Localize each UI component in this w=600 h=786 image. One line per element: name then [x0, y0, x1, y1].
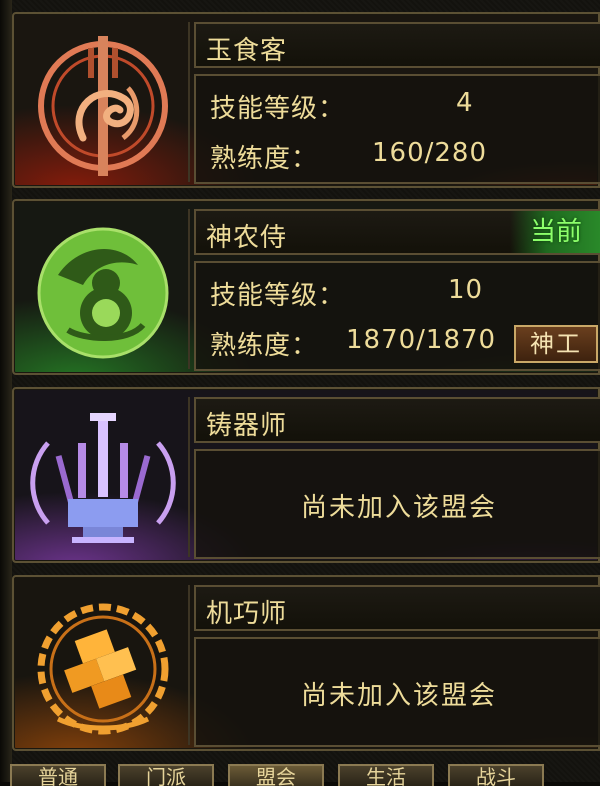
tab-menpai[interactable]: 门派 — [118, 764, 214, 786]
profession-title-box: 铸器师 — [194, 397, 600, 443]
profession-icon-frame — [20, 585, 190, 745]
proficiency-value: 160/280 — [372, 138, 488, 168]
skill-level-label: 技能等级： — [210, 94, 346, 124]
fish-emblem-icon — [38, 36, 168, 176]
category-tab-bar: 普通 门派 盟会 生活 战斗 — [0, 764, 600, 786]
gear-puzzle-emblem-icon — [37, 603, 169, 735]
proficiency-label: 熟练度： — [210, 331, 319, 361]
current-profession-tag: 当前 — [510, 211, 600, 253]
forge-anvil-emblem-icon — [30, 413, 176, 543]
not-joined-status: 尚未加入该盟会 — [300, 681, 497, 711]
herb-gourd-emblem-icon — [37, 227, 169, 359]
profession-card-zhuqishi[interactable]: 铸器师 尚未加入该盟会 — [12, 387, 600, 563]
profession-icon-frame — [20, 22, 190, 182]
profession-name: 神农侍 — [206, 223, 288, 253]
profession-card-shennongshi[interactable]: 神农侍 当前 技能等级： 10 熟练度： 1870/1870 神工 — [12, 199, 600, 375]
skill-level-value: 10 — [448, 275, 484, 305]
tab-menghui[interactable]: 盟会 — [228, 764, 324, 786]
shengong-button[interactable]: 神工 — [514, 325, 598, 363]
not-joined-status: 尚未加入该盟会 — [300, 493, 497, 523]
proficiency-row: 熟练度： 160/280 — [210, 138, 486, 175]
proficiency-label: 熟练度： — [210, 144, 319, 174]
proficiency-value: 1870/1870 — [346, 325, 497, 355]
profession-title-box: 机巧师 — [194, 585, 600, 631]
panel-left-edge — [0, 0, 12, 782]
profession-info-box: 尚未加入该盟会 — [194, 637, 600, 747]
profession-title-box: 神农侍 当前 — [194, 209, 600, 255]
profession-name: 玉食客 — [206, 36, 288, 66]
profession-info-box: 技能等级： 4 熟练度： 160/280 — [194, 74, 600, 184]
skill-level-value: 4 — [456, 88, 474, 118]
profession-info-box: 技能等级： 10 熟练度： 1870/1870 神工 — [194, 261, 600, 371]
skill-level-label: 技能等级： — [210, 281, 346, 311]
profession-title-box: 玉食客 — [194, 22, 600, 68]
proficiency-row: 熟练度： 1870/1870 — [210, 325, 495, 362]
tab-zhandou[interactable]: 战斗 — [448, 764, 544, 786]
tab-shenghuo[interactable]: 生活 — [338, 764, 434, 786]
profession-name: 铸器师 — [206, 411, 288, 441]
tab-putong[interactable]: 普通 — [10, 764, 106, 786]
profession-name: 机巧师 — [206, 599, 288, 629]
profession-panel: 玉食客 技能等级： 4 熟练度： 160/280 神农侍 当前 技能等级： 10… — [0, 0, 600, 786]
profession-card-yushike[interactable]: 玉食客 技能等级： 4 熟练度： 160/280 — [12, 12, 600, 188]
profession-icon-frame — [20, 397, 190, 557]
profession-card-jiqiaoshi[interactable]: 机巧师 尚未加入该盟会 — [12, 575, 600, 751]
profession-icon-frame — [20, 209, 190, 369]
skill-level-row: 技能等级： 10 — [210, 275, 482, 312]
profession-info-box: 尚未加入该盟会 — [194, 449, 600, 559]
skill-level-row: 技能等级： 4 — [210, 88, 473, 125]
